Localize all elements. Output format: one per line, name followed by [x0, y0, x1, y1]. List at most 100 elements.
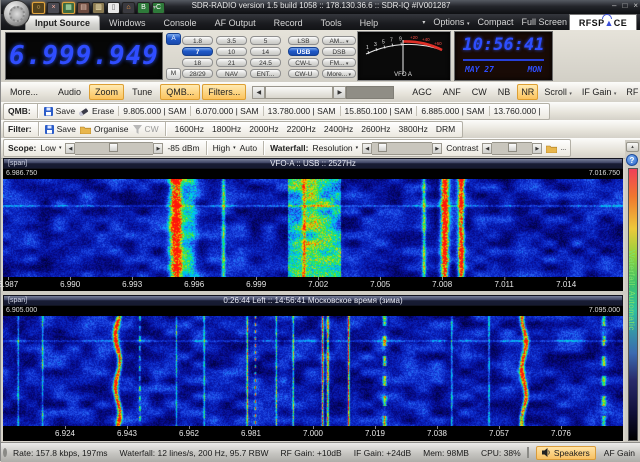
home-icon[interactable]: ⌂ [122, 2, 135, 14]
more-button[interactable]: More... [4, 84, 44, 100]
slider-thumb[interactable] [378, 143, 387, 152]
filter-width-2000hz[interactable]: 2000Hz [246, 124, 281, 134]
filter-organise-button[interactable]: Organise [80, 124, 129, 134]
qmb-memory-button[interactable]: 6.885.000 | SAM [416, 106, 488, 116]
slider-right-icon[interactable]: ▶ [153, 143, 163, 154]
minimize-button[interactable]: – [612, 1, 616, 10]
slider-left-icon[interactable]: ◀ [482, 143, 492, 154]
band-button-28/29[interactable]: 28/29 [182, 69, 213, 78]
chevron-down-icon[interactable]: ▾ [153, 4, 156, 11]
dsp-nb-button[interactable]: NB [494, 84, 515, 100]
band-button-5[interactable]: 5 [250, 36, 281, 45]
filter-save-button[interactable]: Save [45, 124, 76, 134]
speakers-button[interactable]: Speakers [536, 446, 596, 460]
slider-left-icon[interactable]: ◀ [65, 143, 75, 154]
band-button-21[interactable]: 21 [216, 58, 247, 67]
scope-low-dropdown[interactable]: Low▾ [40, 143, 61, 153]
waterfall2-header[interactable]: [span] 0:26:44 Left :: 14:56:41 Московск… [3, 295, 623, 306]
band-button-7[interactable]: 7 [182, 47, 213, 56]
qmb-memory-button[interactable]: 13.760.000 | [489, 106, 545, 116]
slider-right-icon[interactable]: ▶ [532, 143, 542, 154]
resolution-slider[interactable]: ◀ ▶ [362, 143, 442, 154]
filter-width-3800hz[interactable]: 3800Hz [396, 124, 431, 134]
menu-options[interactable]: Options ▾ [433, 17, 469, 27]
waterfall-options-button[interactable]: ... [546, 144, 566, 153]
menu-console[interactable]: Console [155, 16, 206, 30]
scope-low-slider[interactable]: ◀ ▶ [65, 143, 163, 154]
files-icon[interactable]: ▥ [92, 2, 105, 14]
qmb-memory-button[interactable]: 9.805.000 | SAM [118, 106, 190, 116]
filter-width-2400hz[interactable]: 2400Hz [321, 124, 356, 134]
filters-button[interactable]: Filters... [202, 84, 246, 100]
qmb-save-button[interactable]: Save [44, 106, 75, 116]
band-button-NAV[interactable]: NAV [216, 69, 247, 78]
rf-gain-dropdown[interactable]: RF Gain ▾ [622, 85, 640, 99]
close-button[interactable]: × [633, 1, 638, 10]
waterfall1-header[interactable]: [span] VFO-A :: USB :: 2527Hz [3, 158, 623, 169]
scope-auto-button[interactable]: Auto [240, 143, 258, 153]
contrast-slider[interactable]: ◀ ▶ [482, 143, 542, 154]
menu-compact[interactable]: Compact [477, 17, 513, 27]
mode-button-CW-U[interactable]: CW-U [288, 69, 319, 78]
mode-button-DSB[interactable]: DSB [322, 47, 356, 56]
band-button-3.5[interactable]: 3.5 [216, 36, 247, 45]
power-icon[interactable]: ○ [32, 2, 45, 14]
scroll-left-icon[interactable]: ◀ [252, 86, 265, 99]
band-button-18[interactable]: 18 [182, 58, 213, 67]
filter-width-2200hz[interactable]: 2200Hz [284, 124, 319, 134]
filter-cw-button[interactable]: CW [133, 124, 159, 134]
zoom-button[interactable]: Zoom [89, 84, 124, 100]
menu-tools[interactable]: Tools [312, 16, 351, 30]
mode-button-USB[interactable]: USB [288, 47, 319, 56]
vfo-a-button[interactable]: A [166, 33, 181, 45]
menu-record[interactable]: Record [265, 16, 312, 30]
maximize-button[interactable]: □ [622, 1, 627, 10]
dsp-nr-button[interactable]: NR [517, 84, 538, 100]
display-icon[interactable]: ▦ [62, 2, 75, 14]
mode-button-More...[interactable]: More... ▾ [322, 69, 356, 78]
qmb-memory-button[interactable]: 13.780.000 | SAM [263, 106, 340, 116]
app-menu-orb[interactable] [3, 0, 30, 27]
frequency-display[interactable]: 6.999.949 [5, 32, 163, 80]
audio-button[interactable]: Audio [52, 84, 87, 100]
qmb-erase-button[interactable]: Erase [79, 106, 114, 116]
scope-high-dropdown[interactable]: High▾ [213, 143, 236, 153]
band-button-24.5[interactable]: 24.5 [250, 58, 281, 67]
resolution-dropdown[interactable]: Resolution▾ [313, 143, 359, 153]
vfo-m-button[interactable]: M [166, 68, 181, 80]
filter-width-1800hz[interactable]: 1800Hz [209, 124, 244, 134]
mode-button-AM...[interactable]: AM... ▾ [322, 36, 356, 45]
slider-left-icon[interactable]: ◀ [362, 143, 372, 154]
document-icon[interactable]: ▯ [107, 2, 120, 14]
dsp-cw-button[interactable]: CW [468, 84, 491, 100]
qmb-button[interactable]: QMB... [160, 84, 200, 100]
scroll-dropdown[interactable]: Scroll ▾ [540, 85, 576, 99]
chevron-down-icon[interactable]: ▾ [422, 19, 425, 26]
filter-width-2600hz[interactable]: 2600Hz [358, 124, 393, 134]
slider-right-icon[interactable]: ▶ [432, 143, 442, 154]
scrollbar-track[interactable] [346, 86, 394, 99]
dsp-anf-button[interactable]: ANF [439, 84, 465, 100]
menu-fullscreen[interactable]: Full Screen [521, 17, 567, 27]
help-icon[interactable]: ? [626, 154, 638, 166]
mode-button-LSB[interactable]: LSB [288, 36, 319, 45]
slider-thumb[interactable] [508, 143, 517, 152]
scope-level-button[interactable]: -85 dBm [167, 143, 199, 153]
span-scrollbar[interactable]: ◀ ▶ [252, 86, 394, 99]
qmb-memory-button[interactable]: 6.070.000 | SAM [190, 106, 262, 116]
slider-thumb[interactable] [109, 143, 118, 152]
menu-af-output[interactable]: AF Output [206, 16, 265, 30]
filter-width-drm[interactable]: DRM [433, 124, 458, 134]
band-button-1.8[interactable]: 1.8 [182, 36, 213, 45]
vfo-b-icon[interactable]: B [137, 2, 150, 14]
band-button-14[interactable]: 14 [250, 47, 281, 56]
menu-help[interactable]: Help [351, 16, 388, 30]
dsp-agc-button[interactable]: AGC [408, 84, 436, 100]
qmb-memory-button[interactable]: 15.850.100 | SAM [340, 106, 417, 116]
tools-icon[interactable]: × [47, 2, 60, 14]
mode-button-CW-L[interactable]: CW-L [288, 58, 319, 67]
scroll-right-icon[interactable]: ▶ [333, 86, 346, 99]
waterfall-display-full-span[interactable] [3, 316, 623, 426]
filter-width-1600hz[interactable]: 1600Hz [172, 124, 207, 134]
menu-windows[interactable]: Windows [100, 16, 155, 30]
